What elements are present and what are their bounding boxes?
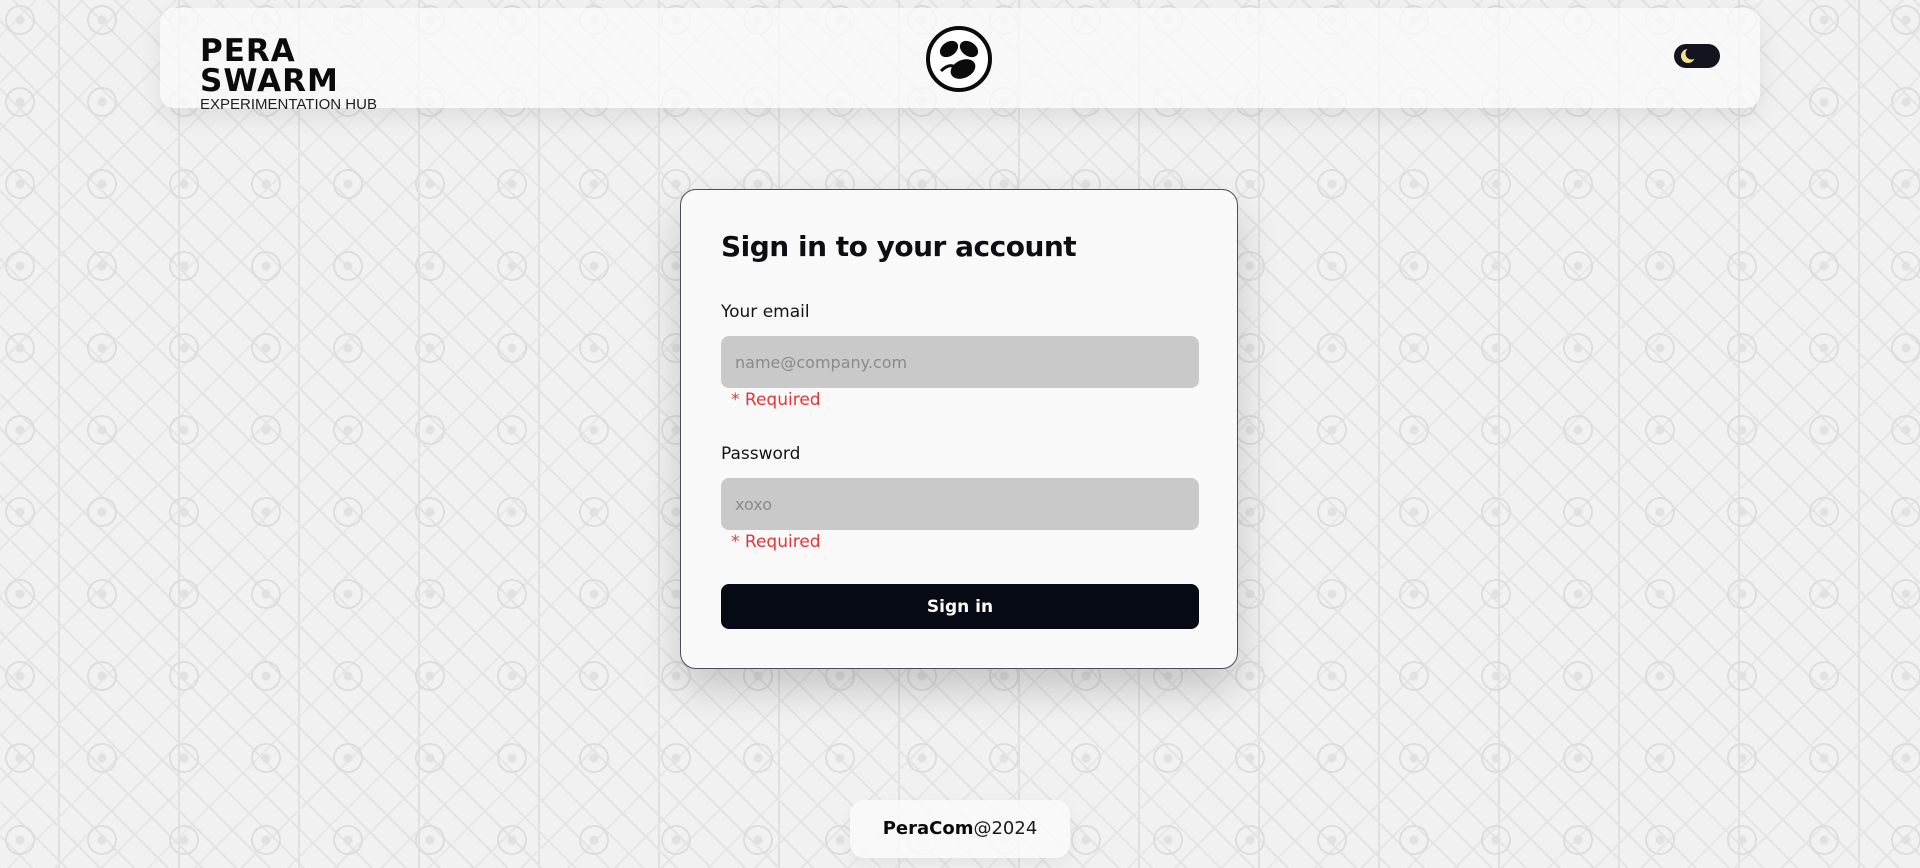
password-label: Password — [721, 444, 801, 464]
email-error-text: * Required — [731, 390, 821, 410]
brand-logo[interactable]: PERA SWARM EXPERIMENTATION HUB — [200, 36, 440, 113]
password-field[interactable] — [721, 478, 1199, 530]
password-error-text: * Required — [731, 532, 821, 552]
email-label: Your email — [721, 302, 810, 322]
top-navbar: PERA SWARM EXPERIMENTATION HUB — [160, 8, 1760, 113]
footer-brand: PeraCom — [882, 818, 974, 839]
sign-in-button[interactable]: Sign in — [721, 584, 1199, 629]
sign-in-title: Sign in to your account — [721, 230, 1077, 263]
footer-year: @2024 — [973, 818, 1038, 839]
email-field[interactable] — [721, 336, 1199, 388]
moon-icon — [1678, 46, 1698, 66]
sign-in-card: Sign in to your account Your email * Req… — [680, 189, 1238, 669]
brand-title: PERA SWARM — [200, 33, 339, 99]
brand-subtitle: EXPERIMENTATION HUB — [200, 96, 377, 113]
theme-toggle[interactable] — [1674, 44, 1720, 68]
footer-copyright: PeraCom@2024 — [850, 800, 1070, 858]
swarm-emblem-icon — [925, 25, 993, 93]
